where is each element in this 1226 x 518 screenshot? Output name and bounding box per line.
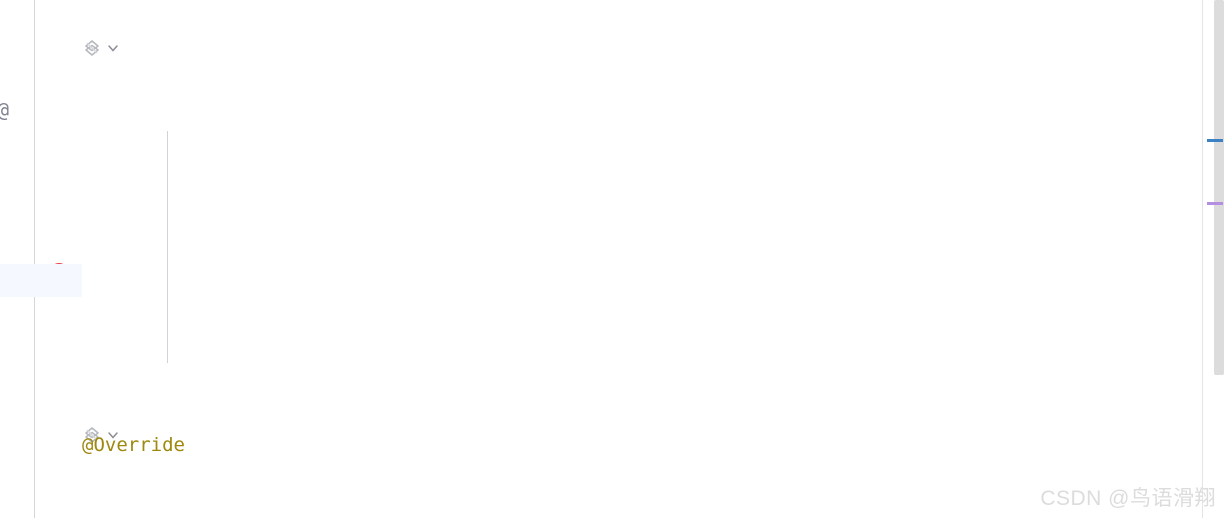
editor-window: @Override CSDN @鸟语滑翔 bbox=[0, 0, 1226, 518]
structure-strip: @ bbox=[0, 0, 35, 518]
code-area[interactable]: } @Override public void service(ServletR… bbox=[82, 0, 1202, 518]
code-line-blank-1 bbox=[82, 132, 1202, 165]
editor-gutter[interactable] bbox=[36, 0, 82, 518]
code-lines[interactable]: @Override public void service(ServletReq… bbox=[82, 0, 1202, 518]
annotation-override: @Override bbox=[82, 434, 185, 456]
error-stripe-mark-blue[interactable] bbox=[1207, 139, 1223, 142]
structure-strip-at-symbol: @ bbox=[0, 100, 9, 120]
error-lightbulb-icon[interactable] bbox=[48, 262, 70, 288]
code-line-marker-1 bbox=[82, 264, 1202, 297]
error-stripe-mark-purple[interactable] bbox=[1207, 202, 1223, 205]
editor-scrollbar[interactable] bbox=[1202, 0, 1226, 518]
code-line-override-1[interactable]: @Override bbox=[82, 429, 1202, 462]
watermark: CSDN @鸟语滑翔 bbox=[1040, 487, 1216, 510]
scrollbar-thumb[interactable] bbox=[1214, 0, 1224, 375]
